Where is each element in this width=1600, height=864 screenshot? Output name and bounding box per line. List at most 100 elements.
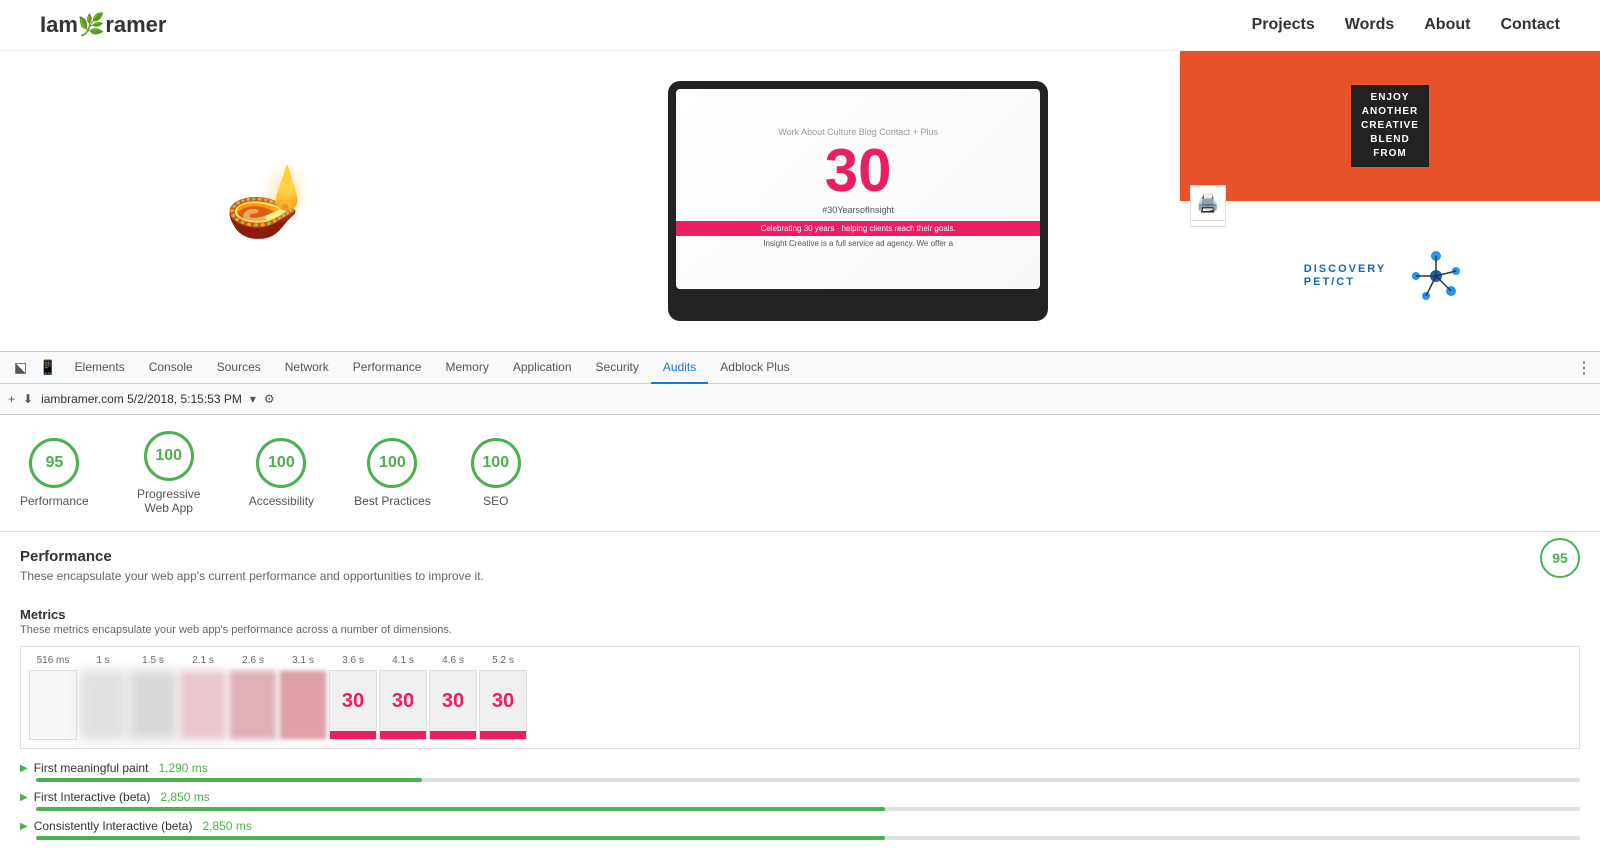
- metric-consistently-interactive: ▶ Consistently Interactive (beta) 2,850 …: [20, 819, 1580, 840]
- site-center-panel: Work About Culture Blog Contact + Plus 3…: [536, 51, 1180, 351]
- score-performance: 95 Performance: [20, 438, 89, 508]
- discovery-text: DISCOVERY PET/CT: [1304, 263, 1386, 289]
- metric-value-0: 1,290 ms: [158, 761, 207, 775]
- tab-network[interactable]: Network: [273, 352, 341, 384]
- devtools-cursor-btn[interactable]: ⬕: [8, 355, 33, 380]
- print-icon: 🖨️: [1190, 185, 1226, 221]
- metric-arrow-2: ▶: [20, 821, 28, 832]
- devtools-dropdown-icon[interactable]: ▾: [250, 392, 256, 406]
- timeline-labels: 516 ms 1 s 1.5 s 2.1 s 2.6 s 3.1 s 3.6 s…: [29, 655, 1571, 666]
- screen-banner: Celebrating 30 years · helping clients r…: [676, 221, 1040, 236]
- tl-label-7: 4.1 s: [379, 655, 427, 666]
- molecule-graphic: [1396, 236, 1476, 316]
- tab-memory[interactable]: Memory: [433, 352, 500, 384]
- tl-label-1: 1 s: [79, 655, 127, 666]
- laptop-mockup: Work About Culture Blog Contact + Plus 3…: [668, 81, 1048, 321]
- tab-console[interactable]: Console: [137, 352, 205, 384]
- tab-application[interactable]: Application: [501, 352, 584, 384]
- metric-bar-fill-0: [36, 778, 422, 782]
- frame-9: 30: [479, 670, 527, 740]
- devtools-url-bar: + ⬇ iambramer.com 5/2/2018, 5:15:53 PM ▾…: [0, 384, 1600, 414]
- nav-projects[interactable]: Projects: [1252, 16, 1315, 34]
- metric-value-2: 2,850 ms: [202, 819, 251, 833]
- score-seo: 100 SEO: [471, 438, 521, 508]
- tl-label-0: 516 ms: [29, 655, 77, 666]
- score-pwa: 100 Progressive Web App: [129, 431, 209, 515]
- right-top-text: ENJOY ANOTHER CREATIVE BLEND FROM: [1351, 85, 1429, 167]
- tab-audits[interactable]: Audits: [651, 352, 708, 384]
- nav-about[interactable]: About: [1424, 16, 1470, 34]
- timeline-frames: 30 30 30 30: [29, 670, 1571, 740]
- frame-3: [179, 670, 227, 740]
- tl-label-3: 2.1 s: [179, 655, 227, 666]
- score-accessibility: 100 Accessibility: [249, 438, 314, 508]
- tab-elements[interactable]: Elements: [63, 352, 137, 384]
- metric-name-1: First Interactive (beta): [34, 790, 151, 804]
- metric-arrow-1: ▶: [20, 792, 28, 803]
- nav-words[interactable]: Words: [1345, 16, 1394, 34]
- frame-1: [79, 670, 127, 740]
- tl-label-4: 2.6 s: [229, 655, 277, 666]
- frame-0: [29, 670, 77, 740]
- score-circle-best-practices: 100: [367, 438, 417, 488]
- tab-sources[interactable]: Sources: [205, 352, 273, 384]
- right-top: ENJOY ANOTHER CREATIVE BLEND FROM: [1180, 51, 1600, 201]
- audit-scores: 95 Performance 100 Progressive Web App 1…: [0, 415, 1600, 532]
- metric-first-interactive: ▶ First Interactive (beta) 2,850 ms: [20, 790, 1580, 811]
- score-circle-accessibility: 100: [256, 438, 306, 488]
- frame-4: [229, 670, 277, 740]
- laptop-screen: Work About Culture Blog Contact + Plus 3…: [676, 89, 1040, 289]
- tl-label-9: 5.2 s: [479, 655, 527, 666]
- devtools-url: iambramer.com 5/2/2018, 5:15:53 PM: [41, 392, 242, 406]
- devtools-tabs: ⬕ 📱 Elements Console Sources Network Per…: [0, 352, 1600, 384]
- score-circle-pwa: 100: [144, 431, 194, 481]
- performance-title: Performance: [20, 548, 484, 565]
- score-label-accessibility: Accessibility: [249, 494, 314, 508]
- metric-value-1: 2,850 ms: [160, 790, 209, 804]
- devtools-more-btn[interactable]: ⋮: [1576, 358, 1592, 378]
- devtools-bar: ⬕ 📱 Elements Console Sources Network Per…: [0, 351, 1600, 415]
- devtools-add-btn[interactable]: +: [8, 392, 15, 406]
- metric-bar-bg-0: [36, 778, 1580, 782]
- logo-icon: 🌿: [78, 12, 105, 38]
- metrics-title: Metrics: [20, 607, 1580, 622]
- screen-number: 30: [825, 141, 892, 201]
- screen-tagline: Insight Creative is a full service ad ag…: [757, 236, 959, 251]
- metric-arrow-0: ▶: [20, 763, 28, 774]
- devtools-settings-icon[interactable]: ⚙: [264, 392, 275, 406]
- tab-adblock[interactable]: Adblock Plus: [708, 352, 801, 384]
- frame-8: 30: [429, 670, 477, 740]
- score-circle-performance: 95: [29, 438, 79, 488]
- site-right-panel: ENJOY ANOTHER CREATIVE BLEND FROM 📷 DISC…: [1180, 51, 1600, 351]
- lamp-decoration: 🪔: [225, 160, 312, 242]
- frame-6: 30: [329, 670, 377, 740]
- metric-name-2: Consistently Interactive (beta): [34, 819, 193, 833]
- score-label-pwa: Progressive Web App: [129, 487, 209, 515]
- screen-nav: Work About Culture Blog Contact + Plus: [778, 127, 938, 137]
- metric-first-paint: ▶ First meaningful paint 1,290 ms: [20, 761, 1580, 782]
- score-label-seo: SEO: [483, 494, 508, 508]
- tab-security[interactable]: Security: [584, 352, 651, 384]
- devtools-download-btn[interactable]: ⬇: [23, 392, 33, 406]
- metric-bar-bg-2: [36, 836, 1580, 840]
- score-label-performance: Performance: [20, 494, 89, 508]
- site-content: 🪔 Work About Culture Blog Contact + Plus…: [0, 51, 1600, 351]
- metric-bar-fill-2: [36, 836, 885, 840]
- tl-label-8: 4.6 s: [429, 655, 477, 666]
- frame-2: [129, 670, 177, 740]
- tab-performance[interactable]: Performance: [341, 352, 434, 384]
- site-logo: Iam 🌿 ramer: [40, 12, 166, 38]
- score-label-best-practices: Best Practices: [354, 494, 431, 508]
- devtools-device-btn[interactable]: 📱: [33, 355, 62, 380]
- screen-hashtag: #30YearsofInsight: [822, 205, 894, 215]
- frame-5: [279, 670, 327, 740]
- tl-label-6: 3.6 s: [329, 655, 377, 666]
- metric-bar-bg-1: [36, 807, 1580, 811]
- site-left-panel: 🪔: [0, 51, 536, 351]
- nav-contact[interactable]: Contact: [1500, 16, 1560, 34]
- logo-text-end: ramer: [105, 12, 166, 38]
- right-bottom: DISCOVERY PET/CT: [1180, 201, 1600, 351]
- performance-desc: These encapsulate your web app's current…: [20, 569, 484, 583]
- score-best-practices: 100 Best Practices: [354, 438, 431, 508]
- score-circle-seo: 100: [471, 438, 521, 488]
